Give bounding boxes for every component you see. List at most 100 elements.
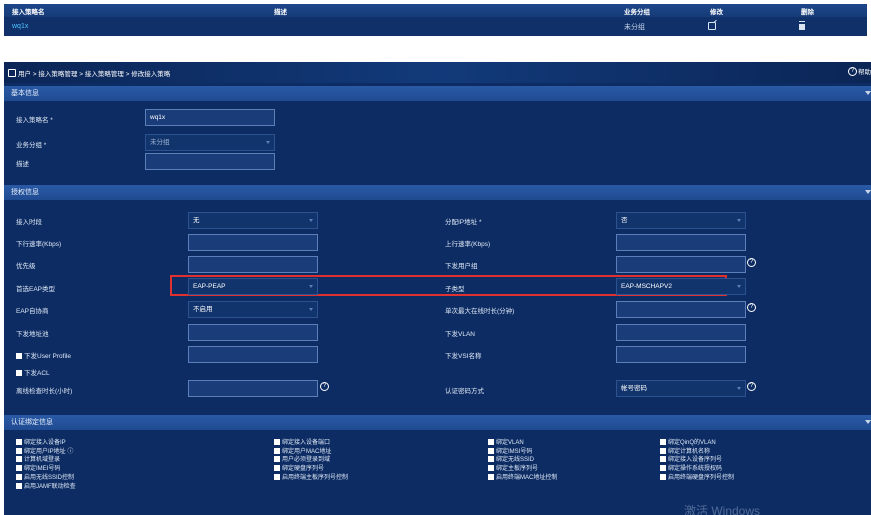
binding-checkbox[interactable]: 启用终端MAC地址控制: [488, 472, 557, 481]
breadcrumb: 用户 > 接入策略管理 > 接入策略管理 > 修改接入策略 ? 帮助: [4, 62, 871, 83]
checkbox[interactable]: [16, 473, 22, 480]
access-period-select[interactable]: 无: [188, 212, 318, 229]
column-header-group[interactable]: 业务分组: [624, 6, 650, 16]
section-basic-info[interactable]: 基本信息: [4, 86, 871, 101]
acl-checkbox[interactable]: 下发ACL: [16, 367, 50, 377]
eap-negotiate-select[interactable]: 不启用: [188, 301, 318, 318]
binding-checkbox[interactable]: 绑定接入设备端口: [274, 437, 330, 446]
help-icon[interactable]: ?: [320, 382, 329, 391]
binding-checkbox[interactable]: 绑定IMSI号码: [488, 446, 532, 455]
binding-checkbox[interactable]: 绑定用户IP地址 ⓘ: [16, 446, 73, 455]
delete-icon[interactable]: [799, 21, 805, 32]
collapse-icon[interactable]: [865, 420, 871, 424]
checkbox[interactable]: [16, 482, 22, 489]
checkbox[interactable]: [274, 456, 280, 463]
user-profile-checkbox[interactable]: 下发User Profile: [16, 350, 71, 360]
chevron-down-icon: [737, 285, 741, 288]
checkbox[interactable]: [274, 439, 280, 445]
binding-checkbox[interactable]: 绑定接入设备IP: [16, 437, 66, 446]
collapse-icon[interactable]: [865, 91, 871, 95]
binding-checkbox[interactable]: 绑定VLAN: [488, 437, 524, 446]
activation-watermark: 激活 Windows: [684, 504, 761, 515]
checkbox[interactable]: [488, 465, 494, 472]
binding-checkbox[interactable]: 绑定主板序列号: [488, 463, 538, 472]
binding-checkbox[interactable]: 绑定用户MAC地址: [274, 446, 331, 455]
user-profile-input[interactable]: [188, 346, 318, 363]
binding-checkbox[interactable]: 计算机域登录: [16, 454, 60, 463]
edit-icon[interactable]: [708, 21, 716, 32]
eap-type-select[interactable]: EAP-PEAP: [188, 278, 318, 295]
help-icon[interactable]: ?: [747, 382, 756, 391]
desc-input[interactable]: [145, 153, 275, 170]
section-binding-info[interactable]: 认证绑定信息: [4, 415, 871, 430]
down-rate-input[interactable]: [188, 234, 318, 251]
addr-pool-input[interactable]: [188, 324, 318, 341]
checkbox[interactable]: [16, 370, 22, 376]
checkbox[interactable]: [274, 473, 280, 480]
access-period-label: 接入时段: [16, 219, 42, 226]
checkbox[interactable]: [16, 353, 22, 359]
binding-checkbox[interactable]: 启用JAMF联动检查: [16, 481, 76, 490]
column-header-desc[interactable]: 描述: [274, 6, 287, 16]
help-icon[interactable]: ⓘ: [66, 449, 73, 455]
checkbox[interactable]: [16, 465, 22, 472]
vlan-label: 下发VLAN: [445, 331, 475, 338]
help-icon[interactable]: ?: [747, 303, 756, 312]
checkbox[interactable]: [660, 439, 666, 445]
binding-checkbox[interactable]: 绑定计算机名称: [660, 446, 710, 455]
user-icon: [8, 68, 16, 77]
assign-ip-select[interactable]: 否: [616, 212, 746, 229]
max-online-input[interactable]: [616, 301, 746, 318]
binding-checkbox[interactable]: 绑定操作系统授权码: [660, 463, 722, 472]
auth-pwd-label: 认证密码方式: [445, 388, 484, 395]
help-icon[interactable]: ?: [747, 258, 756, 267]
section-auth-info[interactable]: 授权信息: [4, 185, 871, 200]
checkbox[interactable]: [488, 439, 494, 445]
policy-name-input[interactable]: wq1x: [145, 109, 275, 126]
checkbox[interactable]: [16, 456, 22, 463]
priority-input[interactable]: [188, 256, 318, 273]
collapse-icon[interactable]: [865, 190, 871, 194]
checkbox[interactable]: [488, 473, 494, 480]
down-rate-label: 下行速率(Kbps): [16, 241, 62, 248]
subtype-select[interactable]: EAP-MSCHAPV2: [616, 278, 746, 295]
checkbox[interactable]: [16, 447, 22, 454]
group-label: 业务分组 *: [16, 142, 47, 149]
vsi-label: 下发VSI名称: [445, 353, 482, 360]
binding-checkbox[interactable]: 绑定QinQ的VLAN: [660, 437, 716, 446]
binding-checkbox[interactable]: 绑定IMEI号码: [16, 463, 60, 472]
help-label: 帮助: [858, 69, 871, 76]
checkbox[interactable]: [660, 465, 666, 472]
checkbox[interactable]: [488, 456, 494, 463]
checkbox[interactable]: [660, 447, 666, 454]
eap-negotiate-label: EAP自协商: [16, 308, 49, 315]
auth-pwd-select[interactable]: 帐号密码: [616, 380, 746, 397]
column-header-name[interactable]: 接入策略名: [12, 6, 45, 16]
offline-check-input[interactable]: [188, 380, 318, 397]
policy-name-link[interactable]: wq1x: [12, 23, 28, 30]
checkbox[interactable]: [274, 447, 280, 454]
user-group-input[interactable]: [616, 256, 746, 273]
binding-checkbox[interactable]: 绑定无线SSID: [488, 454, 534, 463]
checkbox[interactable]: [488, 447, 494, 454]
checkbox[interactable]: [274, 465, 280, 472]
checkbox[interactable]: [660, 473, 666, 480]
group-select[interactable]: 未分组: [145, 134, 275, 151]
user-group-label: 下发用户组: [445, 263, 478, 270]
auth-pwd-value: 帐号密码: [621, 385, 647, 392]
binding-checkbox[interactable]: 启用终端主板序列号控制: [274, 472, 348, 481]
breadcrumb-text[interactable]: 用户 > 接入策略管理 > 接入策略管理 > 修改接入策略: [18, 68, 170, 78]
vsi-input[interactable]: [616, 346, 746, 363]
up-rate-input[interactable]: [616, 234, 746, 251]
checkbox[interactable]: [660, 456, 666, 463]
binding-checkbox[interactable]: 启用终端硬盘序列号控制: [660, 472, 734, 481]
vlan-input[interactable]: [616, 324, 746, 341]
assign-ip-value: 否: [621, 217, 628, 224]
binding-checkbox[interactable]: 绑定接入设备序列号: [660, 454, 722, 463]
binding-checkbox[interactable]: 启用无线SSID控制: [16, 472, 74, 481]
binding-checkbox[interactable]: 绑定硬盘序列号: [274, 463, 324, 472]
policy-name-label: 接入策略名 *: [16, 117, 53, 124]
checkbox[interactable]: [16, 439, 22, 445]
binding-checkbox[interactable]: 用户必须登录到域: [274, 454, 330, 463]
help-button[interactable]: ? 帮助: [848, 66, 871, 76]
